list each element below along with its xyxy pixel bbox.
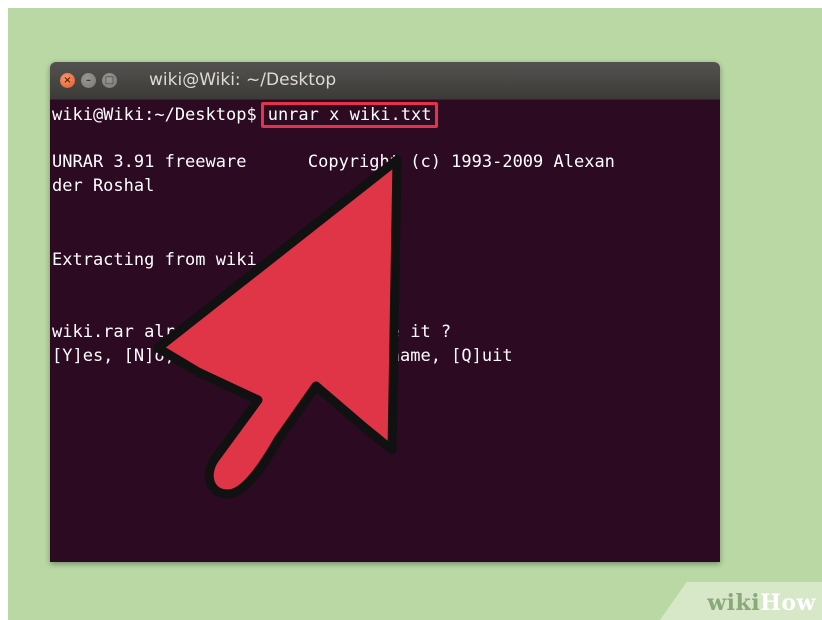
highlighted-command: unrar x wiki.txt xyxy=(260,102,439,128)
output-line: Extracting from wiki.rar xyxy=(52,250,298,270)
output-line: wiki.rar already exists. Overwrite it ? xyxy=(52,322,452,342)
shell-prompt: wiki@Wiki:~/Desktop$ xyxy=(52,105,257,125)
prompt-line: wiki@Wiki:~/Desktop$ unrar x wiki.txt xyxy=(52,102,439,128)
wikihow-watermark: wikiHow xyxy=(707,590,816,616)
maximize-icon[interactable]: □ xyxy=(102,73,117,88)
close-icon[interactable]: × xyxy=(60,73,75,88)
watermark-wiki: wiki xyxy=(707,590,761,616)
terminal-window: × – □ wiki@Wiki: ~/Desktop wiki@Wiki:~/D… xyxy=(50,62,720,562)
output-line: UNRAR 3.91 freeware Copyright (c) 1993-2… xyxy=(52,152,615,172)
minimize-icon[interactable]: – xyxy=(81,73,96,88)
output-line: [Y]es, [N]o, [A]ll, n[E]ver, [R]ename, [… xyxy=(52,346,513,366)
terminal-area[interactable]: wiki@Wiki:~/Desktop$ unrar x wiki.txt UNR… xyxy=(50,100,720,562)
window-title: wiki@Wiki: ~/Desktop xyxy=(149,70,337,90)
title-bar[interactable]: × – □ wiki@Wiki: ~/Desktop xyxy=(50,62,720,100)
watermark-how: How xyxy=(760,590,816,616)
output-line: der Roshal xyxy=(52,176,155,196)
